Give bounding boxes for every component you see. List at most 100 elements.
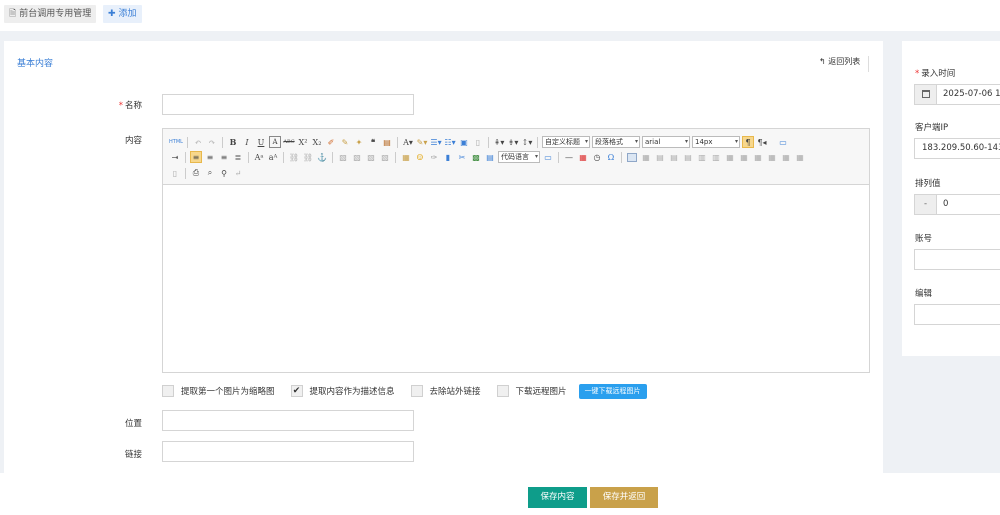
date-icon[interactable]: ▦	[577, 151, 589, 163]
uppercase-icon[interactable]: Aᵃ	[253, 151, 265, 163]
account-input[interactable]	[914, 249, 1000, 270]
split-cells-icon[interactable]: ▦	[766, 151, 778, 163]
auto-format-icon[interactable]: ✦	[353, 136, 365, 148]
checkbox-download-images[interactable]	[496, 385, 509, 397]
map-icon[interactable]: ▩	[470, 151, 482, 163]
align-center-icon[interactable]: ≡	[204, 151, 216, 163]
select-all-icon[interactable]: ▣	[458, 136, 470, 148]
lowercase-icon[interactable]: aᴬ	[267, 151, 279, 163]
merge-down-icon[interactable]: ▦	[752, 151, 764, 163]
checkbox-thumbnail[interactable]	[162, 385, 174, 397]
save-button[interactable]: 保存内容	[528, 487, 587, 508]
name-input[interactable]	[162, 94, 414, 115]
checkbox-description[interactable]: ✔	[290, 385, 303, 397]
emotion-icon[interactable]: ☺	[414, 151, 426, 163]
merge-cells-icon[interactable]: ▦	[724, 151, 736, 163]
image-left-icon[interactable]: ▧	[351, 151, 363, 163]
link-icon[interactable]: ⛓	[288, 151, 300, 163]
border-text-icon[interactable]: A	[269, 136, 281, 148]
font-family-select[interactable]: arial	[642, 136, 690, 148]
calendar-addon[interactable]	[915, 85, 937, 104]
horizontal-rule-icon[interactable]: —	[563, 151, 575, 163]
option-thumbnail[interactable]: 提取第一个图片为缩略图	[162, 385, 275, 397]
underline-icon[interactable]: U	[255, 136, 267, 148]
ltr-direction-icon[interactable]: ¶	[742, 136, 754, 148]
unordered-list-icon[interactable]: ☷▾	[444, 136, 456, 148]
highlight-color-icon[interactable]: ✎▾	[416, 136, 428, 148]
image-upload-icon[interactable]: ▦	[400, 151, 412, 163]
image-none-icon[interactable]: ▧	[337, 151, 349, 163]
split-cols-icon[interactable]: ▦	[794, 151, 806, 163]
insert-code-icon[interactable]: ▤	[484, 151, 496, 163]
rtl-direction-icon[interactable]: ¶◂	[756, 136, 768, 148]
scrawl-icon[interactable]: ✑	[428, 151, 440, 163]
image-right-icon[interactable]: ▧	[365, 151, 377, 163]
paste-plain-icon[interactable]: ▤	[381, 136, 393, 148]
blockquote-icon[interactable]: ❝	[367, 136, 379, 148]
video-icon[interactable]: ▮	[442, 151, 454, 163]
save-and-return-button[interactable]: 保存并返回	[590, 487, 658, 508]
row-spacing-bottom-icon[interactable]: ⇟▾	[507, 136, 519, 148]
preview-screen-icon[interactable]: ▭	[777, 136, 789, 148]
delete-col-icon[interactable]: ▥	[710, 151, 722, 163]
split-rows-icon[interactable]: ▦	[780, 151, 792, 163]
option-description[interactable]: ✔ 提取内容作为描述信息	[290, 385, 395, 397]
clear-doc-icon[interactable]: ▯	[472, 136, 484, 148]
bold-icon[interactable]: B	[227, 136, 239, 148]
line-height-icon[interactable]: ↕▾	[521, 136, 533, 148]
editor-body[interactable]	[163, 185, 869, 372]
align-right-icon[interactable]: ≡	[218, 151, 230, 163]
tab-manage[interactable]: 🗎 前台调用专用管理	[4, 5, 97, 23]
font-size-select[interactable]: 14px	[692, 136, 740, 148]
html-source-icon[interactable]: HTML	[169, 136, 183, 148]
undo-icon[interactable]: ↶	[192, 136, 204, 148]
strikethrough-icon[interactable]: ABC	[283, 136, 295, 148]
custom-heading-select[interactable]: 自定义标题	[542, 136, 590, 148]
editor-input[interactable]	[914, 304, 1000, 325]
redo-icon[interactable]: ↷	[206, 136, 218, 148]
merge-right-icon[interactable]: ▦	[738, 151, 750, 163]
indent-icon[interactable]: ⇥	[169, 151, 181, 163]
attachment-icon[interactable]: ✂	[456, 151, 468, 163]
image-center-icon[interactable]: ▧	[379, 151, 391, 163]
insert-row-icon[interactable]: ▤	[668, 151, 680, 163]
order-input[interactable]: -0	[914, 194, 1000, 215]
format-brush-icon[interactable]: ✎	[339, 136, 351, 148]
line-break-icon[interactable]: ↵	[232, 167, 244, 179]
eraser-icon[interactable]: ✐	[325, 136, 337, 148]
delete-table-icon[interactable]: ▦	[640, 151, 652, 163]
anchor-icon[interactable]: ⚓	[316, 151, 328, 163]
insert-col-icon[interactable]: ▥	[696, 151, 708, 163]
superscript-icon[interactable]: X²	[297, 136, 309, 148]
template-icon[interactable]: ▭	[542, 151, 554, 163]
time-icon[interactable]: ◷	[591, 151, 603, 163]
download-remote-images-button[interactable]: 一键下载远程图片	[578, 383, 647, 399]
order-minus-button[interactable]: -	[915, 195, 937, 214]
special-char-icon[interactable]: Ω	[605, 151, 617, 163]
link-input[interactable]	[162, 441, 414, 462]
option-download-images[interactable]: 下载远程图片	[496, 385, 567, 397]
delete-row-icon[interactable]: ▤	[682, 151, 694, 163]
insert-table-icon[interactable]	[626, 151, 638, 163]
italic-icon[interactable]: I	[241, 136, 253, 148]
blank-icon[interactable]: ▯	[169, 167, 181, 179]
ip-input[interactable]: 183.209.50.60-143	[914, 138, 1000, 159]
align-left-icon[interactable]: ≡	[190, 151, 202, 163]
position-input[interactable]	[162, 410, 414, 431]
insert-paragraph-before-icon[interactable]: ▤	[654, 151, 666, 163]
tab-add[interactable]: ✚ 添加	[103, 5, 142, 23]
checkbox-remove-links[interactable]	[410, 385, 423, 397]
preview-icon[interactable]: ⌕	[204, 167, 216, 179]
time-input[interactable]: 2025-07-06 1	[914, 84, 1000, 105]
row-spacing-top-icon[interactable]: ⇞▾	[493, 136, 505, 148]
code-language-select[interactable]: 代码语言	[498, 151, 540, 163]
option-remove-links[interactable]: 去除站外链接	[410, 385, 481, 397]
search-replace-icon[interactable]: ⚲	[218, 167, 230, 179]
back-to-list-link[interactable]: ↰ 返回列表	[819, 56, 870, 72]
align-justify-icon[interactable]: ≣	[232, 151, 244, 163]
unlink-icon[interactable]: ⛓	[302, 151, 314, 163]
subscript-icon[interactable]: X₂	[311, 136, 323, 148]
paragraph-format-select[interactable]: 段落格式	[592, 136, 640, 148]
font-color-icon[interactable]: A▾	[402, 136, 414, 148]
ordered-list-icon[interactable]: ☰▾	[430, 136, 442, 148]
